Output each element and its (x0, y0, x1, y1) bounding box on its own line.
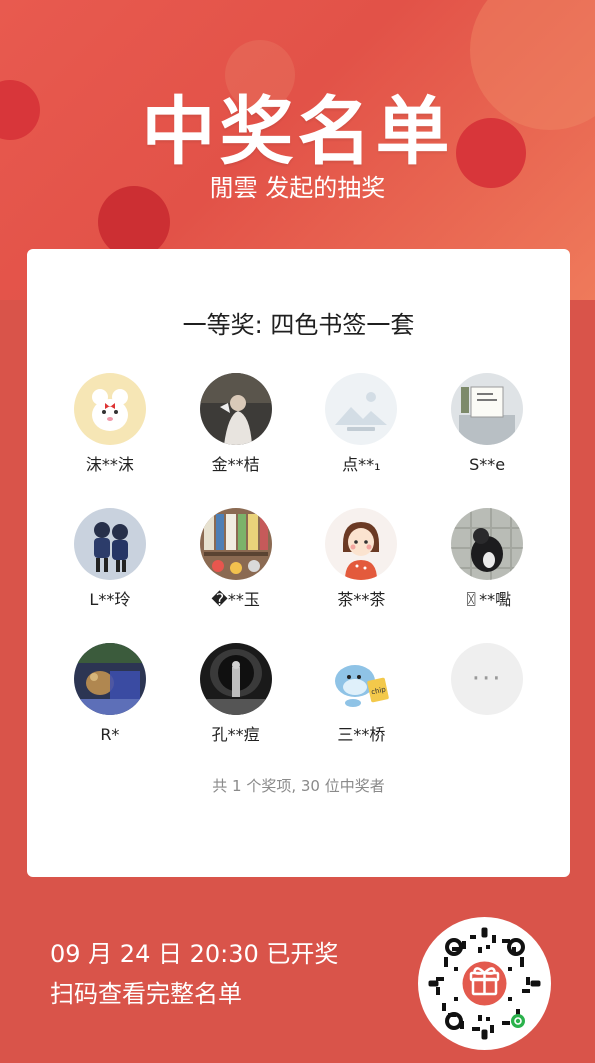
winner-item[interactable]: S**e (424, 373, 550, 475)
mini-program-icon (511, 1014, 525, 1028)
photo-avatar-light (451, 373, 524, 445)
dolls-avatar (73, 508, 146, 580)
winner-card: 一等奖: 四色书签一套 沫**沫 金**桔 点**₁ S**e L**玲 �**… (27, 249, 570, 877)
shelf-avatar (199, 508, 272, 580)
bear-avatar (73, 373, 146, 445)
winner-item[interactable]: 沫**沫 (47, 373, 173, 475)
more-icon[interactable]: ··· (451, 643, 524, 715)
more-winners-button[interactable]: ··· (424, 643, 550, 745)
dolphin-cartoon-avatar: chip (325, 643, 398, 715)
winner-name: 点**₁ (342, 455, 381, 474)
winner-name: 孔**痘 (211, 725, 260, 744)
bw-photo-avatar (199, 643, 272, 715)
winner-name: 〿**嚸 (463, 590, 512, 609)
placeholder-avatar (325, 373, 398, 445)
page-title: 中奖名单 (141, 89, 454, 175)
winner-name: R* (100, 725, 120, 744)
winner-item[interactable]: 孔**痘 (173, 643, 299, 745)
mini-program-qr-code[interactable] (418, 917, 551, 1050)
girl-cartoon-avatar (325, 508, 398, 580)
winner-item[interactable]: L**玲 (47, 508, 173, 610)
winner-item[interactable]: �**玉 (173, 508, 299, 610)
winner-name: 沫**沫 (85, 455, 134, 474)
winner-grid: 沫**沫 金**桔 点**₁ S**e L**玲 �**玉 茶**茶 〿**嚸 … (47, 373, 550, 745)
winner-name: 金**桔 (211, 455, 260, 474)
qr-pattern (428, 927, 541, 1040)
winner-name: �**玉 (211, 590, 260, 609)
photo-avatar-dark (199, 373, 272, 445)
winner-item[interactable]: 点**₁ (299, 373, 425, 475)
winner-name: L**玲 (89, 590, 131, 609)
page-subtitle: 閒雲 发起的抽奖 (209, 174, 386, 202)
night-photo-avatar (73, 643, 146, 715)
winner-name: 三**桥 (337, 725, 386, 744)
winner-name: 茶**茶 (337, 590, 386, 609)
winner-item[interactable]: 茶**茶 (299, 508, 425, 610)
prize-title: 一等奖: 四色书签一套 (182, 311, 415, 339)
winner-item[interactable]: 〿**嚸 (424, 508, 550, 610)
toy-avatar (451, 508, 524, 580)
draw-time: 09 月 24 日 20:30 已开奖 (50, 940, 339, 968)
winner-item[interactable]: 金**桔 (173, 373, 299, 475)
winner-item[interactable]: chip 三**桥 (299, 643, 425, 745)
prize-summary: 共 1 个奖项, 30 位中奖者 (212, 777, 385, 795)
winner-name: S**e (469, 455, 506, 474)
winner-item[interactable]: R* (47, 643, 173, 745)
scan-hint: 扫码查看完整名单 (50, 980, 242, 1008)
